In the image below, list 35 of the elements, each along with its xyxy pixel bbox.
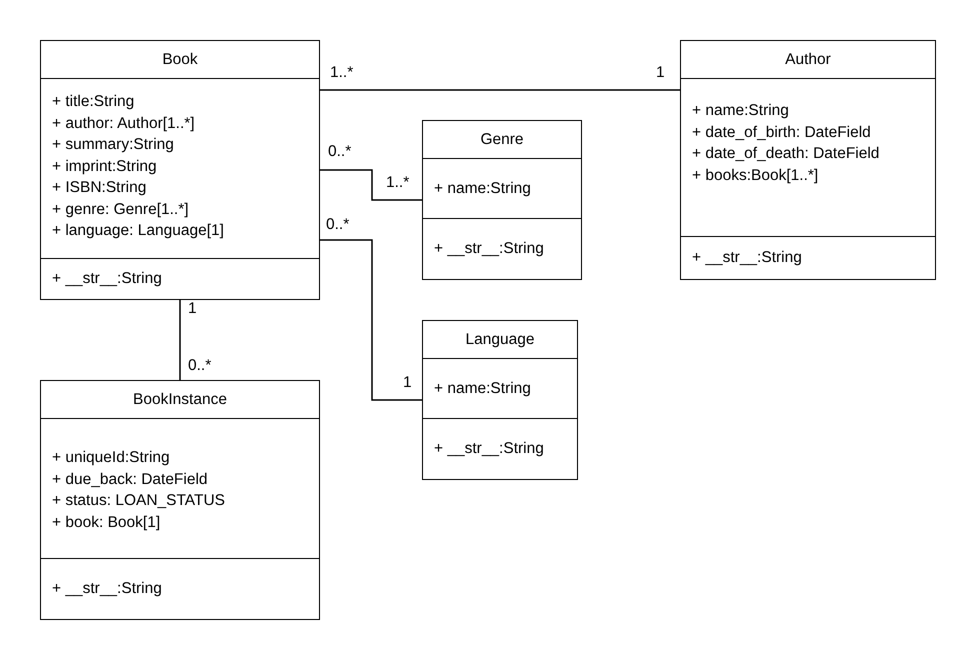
attribute-text: + book: Book[1] — [52, 512, 160, 532]
attribute-text: + name:String — [692, 101, 789, 121]
attribute-text: + books:Book[1..*] — [692, 166, 818, 186]
method-text: + __str__:String — [52, 269, 162, 290]
attribute-text: + ISBN:String — [52, 178, 146, 198]
multiplicity-label: 1..* — [386, 174, 410, 192]
multiplicity-label: 1 — [403, 374, 412, 392]
multiplicity-label: 1 — [656, 64, 665, 82]
method-text: + __str__:String — [434, 239, 544, 260]
attribute-text: + name:String — [434, 179, 531, 199]
class-name: Genre — [480, 130, 524, 150]
attribute-text: + title:String — [52, 92, 134, 112]
attribute-text: + status: LOAN_STATUS — [52, 491, 225, 511]
multiplicity-label: 0..* — [188, 357, 212, 375]
method-text: + __str__:String — [434, 439, 544, 460]
multiplicity-label: 0..* — [326, 216, 350, 234]
class-name: Book — [162, 50, 198, 70]
attribute-text: + date_of_death: DateField — [692, 144, 880, 164]
multiplicity-label: 1 — [188, 300, 197, 318]
attribute-text: + language: Language[1] — [52, 221, 224, 241]
attribute-text: + uniqueId:String — [52, 448, 170, 468]
class-name: BookInstance — [133, 390, 227, 410]
attribute-text: + name:String — [434, 379, 531, 399]
attribute-text: + genre: Genre[1..*] — [52, 200, 189, 220]
multiplicity-label: 0..* — [328, 143, 352, 161]
class-name: Author — [785, 50, 831, 70]
method-text: + __str__:String — [692, 248, 802, 268]
attribute-text: + imprint:String — [52, 156, 157, 176]
attribute-text: + author: Author[1..*] — [52, 114, 195, 134]
attribute-text: + date_of_birth: DateField — [692, 122, 871, 142]
attribute-text: + due_back: DateField — [52, 470, 208, 490]
attribute-text: + summary:String — [52, 135, 174, 155]
method-text: + __str__:String — [52, 579, 162, 600]
class-name: Language — [466, 330, 534, 350]
multiplicity-label: 1..* — [330, 64, 354, 82]
